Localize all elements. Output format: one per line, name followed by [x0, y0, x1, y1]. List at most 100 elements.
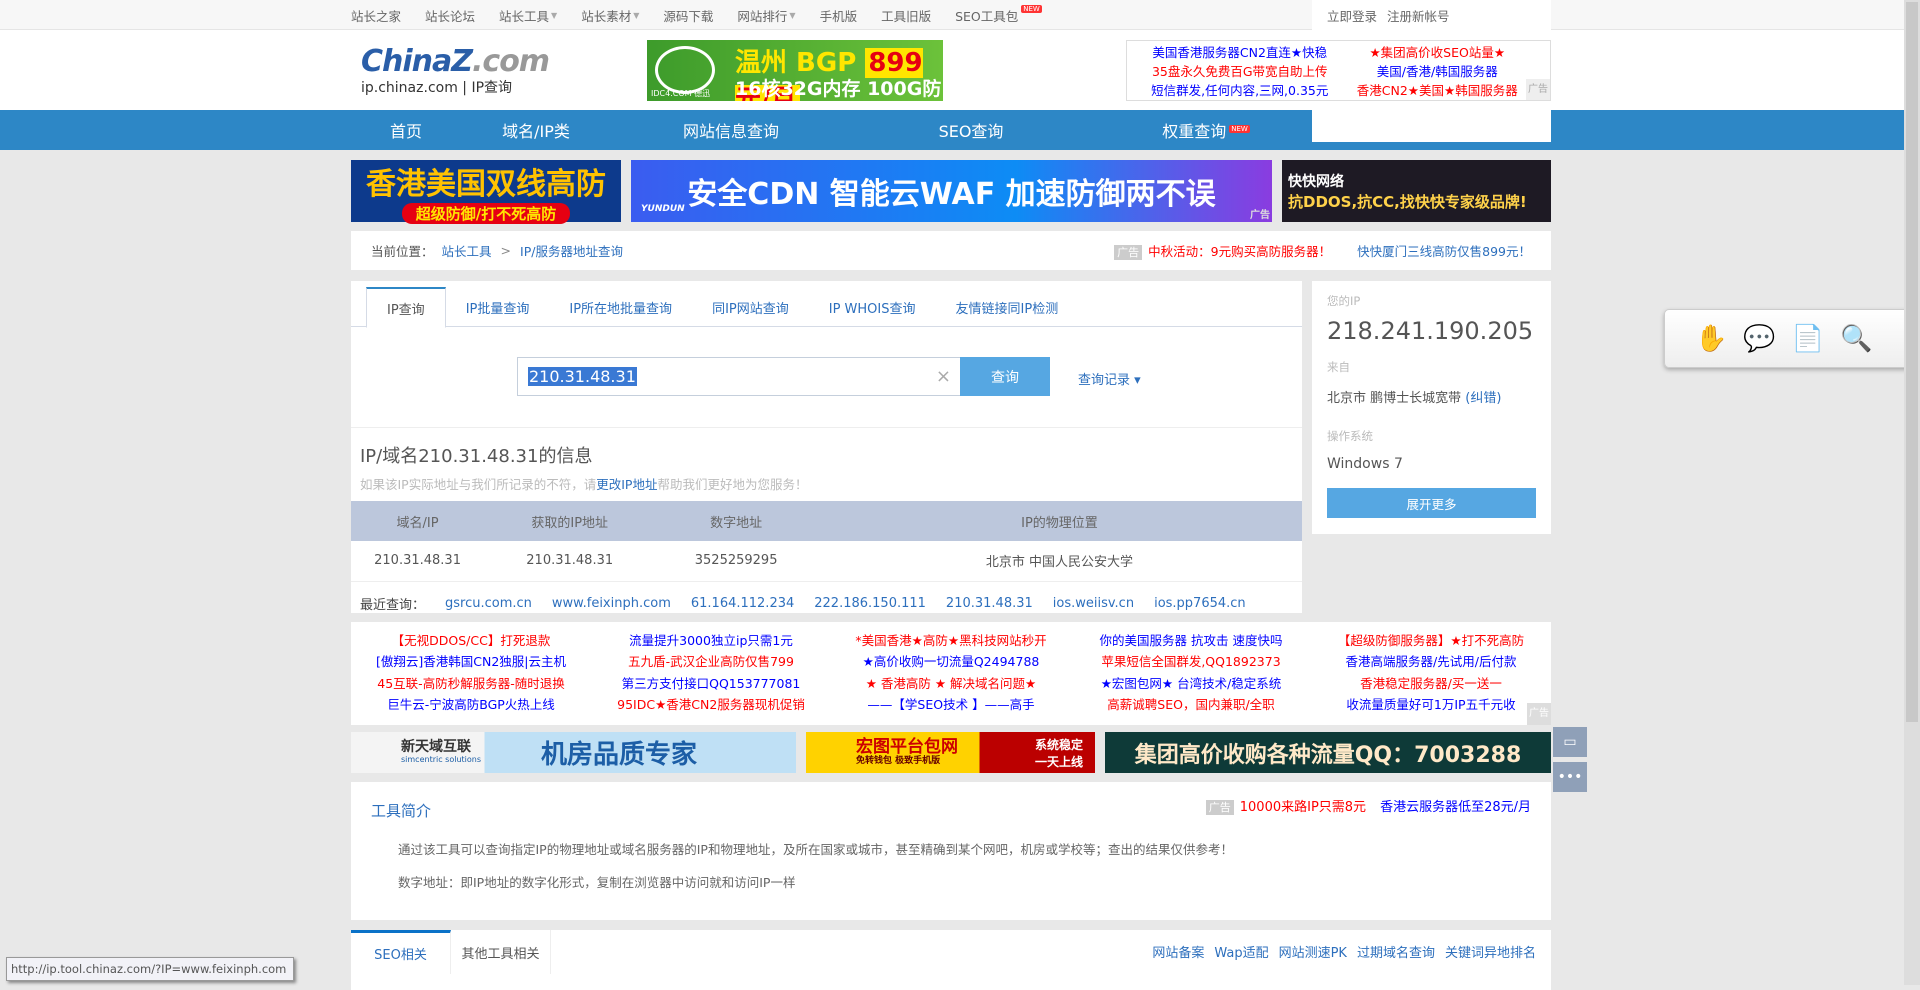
- topbar-link[interactable]: 站长论坛: [425, 6, 475, 25]
- text-ad-link[interactable]: 流量提升3000独立ip只需1元: [591, 631, 831, 652]
- related-tab[interactable]: SEO相关: [351, 930, 451, 974]
- topbar-link[interactable]: 源码下载: [663, 6, 713, 25]
- text-ad-link[interactable]: ——【学SEO技术 】——高手: [831, 695, 1071, 716]
- ad-brand: YUNDUN: [641, 204, 685, 214]
- topbar-link[interactable]: 站长工具 ▼: [499, 6, 557, 25]
- text-ad-link[interactable]: 巨牛云-宁波高防BGP火热上线: [351, 695, 591, 716]
- header-text-ad[interactable]: ★集团高价收SEO站量★: [1339, 43, 1537, 62]
- topbar-link[interactable]: 工具旧版: [881, 6, 931, 25]
- related-tab[interactable]: 其他工具相关: [451, 930, 551, 974]
- ad-kuaikuai[interactable]: 快快网络 抗DDOS,抗CC,找快快专家级品牌!: [1282, 160, 1551, 222]
- ad-brand: IDC4.COM 德迅: [651, 89, 711, 98]
- tab-query[interactable]: IP所在地批量查询: [549, 287, 692, 327]
- recent-query-link[interactable]: 222.186.150.111: [814, 596, 926, 611]
- promo-link[interactable]: 中秋活动：9元购买高防服务器！: [1148, 244, 1331, 259]
- topbar-link[interactable]: 站长之家: [351, 6, 401, 25]
- related-link[interactable]: 过期域名查询: [1357, 942, 1435, 961]
- query-button[interactable]: 查询: [960, 357, 1050, 396]
- scrollbar[interactable]: [1904, 0, 1920, 985]
- text-ad-link[interactable]: ★ 香港高防 ★ 解决域名问题★: [831, 674, 1071, 695]
- tab-query[interactable]: IP查询: [366, 287, 446, 328]
- more-icon[interactable]: •••: [1553, 762, 1587, 792]
- nav-item[interactable]: SEO查询: [851, 118, 1091, 142]
- breadcrumb-current[interactable]: IP/服务器地址查询: [520, 241, 623, 260]
- nav-label: 网站信息查询: [682, 122, 779, 141]
- promo-link[interactable]: 10000来路IP只需8元: [1240, 800, 1366, 815]
- text-ad-link[interactable]: 高薪诚聘SEO，国内兼职/全职: [1071, 695, 1311, 716]
- nav-item[interactable]: 网站信息查询: [611, 118, 851, 142]
- text-ad-link[interactable]: ★宏图包网★ 台湾技术/稳定系统: [1071, 674, 1311, 695]
- logo[interactable]: ChinaZ.com ip.chinaz.com | IP查询: [361, 44, 550, 97]
- text-ad-link[interactable]: 收流量质量好可1万IP五千元收: [1311, 695, 1551, 716]
- tab-query[interactable]: 友情链接同IP检测: [936, 287, 1079, 327]
- header-text-ads: 美国香港服务器CN2直连★快稳 ★集团高价收SEO站量★ 35盘永久免费百G带宽自助…: [1126, 40, 1551, 101]
- hand-icon[interactable]: ✋: [1695, 324, 1727, 354]
- query-history-dropdown[interactable]: 查询记录 ▾: [1078, 369, 1141, 388]
- related-link[interactable]: Wap适配: [1214, 942, 1268, 961]
- nav-item[interactable]: 权重查询 NEW: [1091, 118, 1321, 142]
- search-area: 210.31.48.31 × 查询 查询记录 ▾: [351, 327, 1302, 428]
- text-ad-link[interactable]: 香港高端服务器/先试用/后付款: [1311, 652, 1551, 673]
- new-badge: NEW: [1021, 5, 1042, 13]
- topbar-seo-tools[interactable]: SEO工具包 NEW: [955, 5, 1042, 25]
- topbar-link[interactable]: 站长素材 ▼: [581, 6, 639, 25]
- feedback-icon[interactable]: ▭: [1553, 727, 1587, 757]
- header-text-ad[interactable]: 35盘永久免费百G带宽自助上传: [1141, 62, 1339, 81]
- search-document-icon[interactable]: 🔍: [1840, 324, 1872, 354]
- from-value: 北京市 鹏博士长城宽带: [1327, 391, 1462, 406]
- ad-hongtu[interactable]: 宏图平台包网 免转钱包 极致手机版 系统稳定 一天上线: [806, 732, 1095, 773]
- related-link[interactable]: 关键词异地排名: [1445, 942, 1536, 961]
- ad-yundun[interactable]: YUNDUN 安全CDN 智能云WAF 加速防御两不误 广告: [631, 160, 1272, 222]
- text-ad-link[interactable]: 【超级防御服务器】★打不死高防: [1311, 631, 1551, 652]
- ad-traffic[interactable]: 集团高价收购各种流量QQ：7003288: [1105, 732, 1551, 773]
- nav-item[interactable]: 辅助工具: [1321, 118, 1551, 142]
- ad-simcentric[interactable]: 新天域互联 simcentric solutions 机房品质专家: [351, 732, 796, 773]
- breadcrumb-tools-link[interactable]: 站长工具: [442, 241, 492, 260]
- tab-query[interactable]: IP WHOIS查询: [809, 287, 936, 327]
- text-ad-link[interactable]: *美国香港★高防★黑科技网站秒开: [831, 631, 1071, 652]
- export-document-icon[interactable]: 📄: [1792, 324, 1824, 354]
- header-text-ad[interactable]: 短信群发,任何内容,三网,0.35元: [1141, 81, 1339, 100]
- tab-query[interactable]: 同IP网站查询: [692, 287, 809, 327]
- recent-query-link[interactable]: ios.pp7654.cn: [1154, 596, 1246, 611]
- text-ad-link[interactable]: [傲翔云]香港韩国CN2独服|云主机: [351, 652, 591, 673]
- text-ad-link[interactable]: 你的美国服务器 抗攻击 速度快吗: [1071, 631, 1311, 652]
- recent-query-link[interactable]: www.feixinph.com: [552, 596, 671, 611]
- text-ad-link[interactable]: 【无视DDOS/CC】打死退款: [351, 631, 591, 652]
- text-ad-link[interactable]: 第三方支付接口QQ153777081: [591, 674, 831, 695]
- nav-item[interactable]: 域名/IP类: [461, 118, 611, 142]
- related-link[interactable]: 网站备案: [1152, 942, 1204, 961]
- change-ip-link[interactable]: 更改IP地址: [596, 477, 657, 492]
- tab-query[interactable]: IP批量查询: [446, 287, 550, 327]
- topbar-link[interactable]: 手机版: [820, 6, 858, 25]
- recent-query-link[interactable]: gsrcu.com.cn: [445, 596, 532, 611]
- correct-link[interactable]: (纠错): [1465, 391, 1501, 406]
- ad-hk-us[interactable]: 香港美国双线高防 超级防御/打不死高防: [351, 160, 621, 224]
- text-ad-link[interactable]: 苹果短信全国群发,QQ1892373: [1071, 652, 1311, 673]
- nav-item[interactable]: 首页: [351, 118, 461, 142]
- header-text-ad[interactable]: 美国香港服务器CN2直连★快稳: [1141, 43, 1339, 62]
- promo-link[interactable]: 香港云服务器低至28元/月: [1380, 796, 1531, 815]
- scrollbar-thumb[interactable]: [1906, 2, 1918, 722]
- ad-text: 抗DDOS,抗CC,找快快专家级品牌!: [1288, 192, 1527, 211]
- promo-link[interactable]: 快快厦门三线高防仅售899元！: [1357, 241, 1531, 260]
- text-ad-link[interactable]: 香港稳定服务器/买一送一: [1311, 674, 1551, 695]
- text-ad-link[interactable]: 五九盾-武汉企业高防仅售799: [591, 652, 831, 673]
- ad-text: 快快网络: [1288, 173, 1344, 190]
- topbar-link[interactable]: 网站排行 ▼: [737, 6, 795, 25]
- comment-icon[interactable]: 💬: [1743, 324, 1775, 354]
- header-text-ad[interactable]: 美国/香港/韩国服务器: [1339, 62, 1537, 81]
- text-ad-link[interactable]: ★高价收购一切流量Q2494788: [831, 652, 1071, 673]
- header-text-ad[interactable]: 香港CN2★美国★韩国服务器: [1339, 81, 1537, 100]
- recent-query-link[interactable]: 61.164.112.234: [691, 596, 794, 611]
- related-link[interactable]: 网站测速PK: [1279, 942, 1347, 961]
- text-ad-link[interactable]: 95IDC★香港CN2服务器现机促销: [591, 695, 831, 716]
- text-ad-link[interactable]: 45互联-高防秒解服务器-随时退换: [351, 674, 591, 695]
- ip-search-input[interactable]: 210.31.48.31 ×: [517, 357, 962, 396]
- recent-query-link[interactable]: ios.weiisv.cn: [1053, 596, 1134, 611]
- ad-text: 香港美国双线高防: [366, 166, 606, 202]
- clear-icon[interactable]: ×: [936, 366, 951, 387]
- recent-query-link[interactable]: 210.31.48.31: [946, 596, 1033, 611]
- expand-more-button[interactable]: 展开更多: [1327, 488, 1536, 518]
- bgp-ad-banner[interactable]: IDC4.COM 德迅 温州 BGP 899元/月 16核32G内存 100G防…: [647, 40, 943, 101]
